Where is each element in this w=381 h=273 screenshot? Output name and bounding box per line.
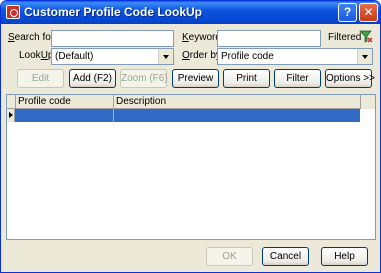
chevron-down-icon[interactable] — [357, 49, 372, 64]
zoom-button[interactable]: Zoom (F6) — [120, 69, 168, 88]
print-button[interactable]: Print — [223, 69, 270, 88]
search-for-label: Search for — [8, 32, 55, 43]
order-by-select-value: Profile code — [221, 51, 274, 62]
keyword-input[interactable] — [217, 30, 321, 47]
edit-button[interactable]: Edit — [17, 69, 64, 88]
column-header-profile-code[interactable]: Profile code — [15, 95, 114, 109]
lookup-dialog: Customer Profile Code LookUp ? ✕ Search … — [0, 0, 381, 273]
filtered-label: Filtered — [328, 32, 362, 43]
options-button[interactable]: Options >> — [325, 69, 375, 88]
help-button[interactable]: Help — [321, 247, 368, 266]
results-grid[interactable]: Profile code Description — [6, 94, 376, 240]
scrollbar-corner — [360, 95, 375, 109]
table-row[interactable] — [15, 109, 360, 122]
column-header-description[interactable]: Description — [113, 95, 361, 109]
chevron-down-icon[interactable] — [158, 49, 173, 64]
order-by-label: Order by — [182, 50, 221, 61]
help-title-button[interactable]: ? — [338, 3, 357, 22]
close-button[interactable]: ✕ — [359, 3, 378, 22]
window-title: Customer Profile Code LookUp — [24, 5, 203, 19]
cell-divider — [113, 109, 114, 122]
grid-header: Profile code Description — [7, 95, 375, 109]
filter-funnel-icon[interactable] — [359, 30, 373, 43]
lookup-label: LookUp — [19, 50, 53, 61]
filter-button[interactable]: Filter — [274, 69, 321, 88]
lookup-select-value: (Default) — [55, 51, 94, 62]
app-icon — [6, 5, 20, 19]
order-by-select[interactable]: Profile code — [217, 48, 373, 65]
title-bar[interactable]: Customer Profile Code LookUp ? ✕ — [1, 1, 380, 24]
keyword-label: Keyword — [182, 32, 221, 43]
cancel-button[interactable]: Cancel — [262, 247, 309, 266]
ok-button[interactable]: OK — [206, 247, 253, 266]
search-for-input[interactable] — [51, 30, 174, 47]
preview-button[interactable]: Preview — [172, 69, 219, 88]
add-button[interactable]: Add (F2) — [69, 69, 116, 88]
lookup-select[interactable]: (Default) — [51, 48, 174, 65]
current-row-arrow-icon — [7, 109, 15, 122]
